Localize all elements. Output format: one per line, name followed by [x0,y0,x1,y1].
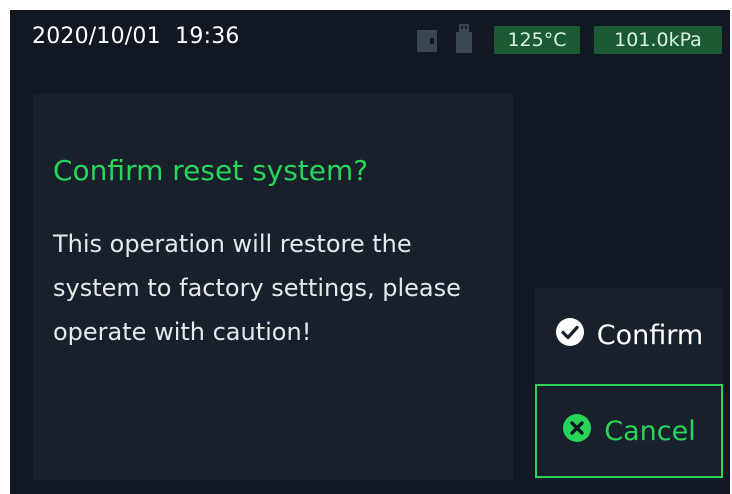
check-circle-icon [555,317,585,354]
confirm-button[interactable]: Confirm [535,288,723,382]
status-bar: 2020/10/01 19:36 125°C 101.0kPa [10,10,730,72]
cancel-button[interactable]: Cancel [535,384,723,478]
device-screen: 2020/10/01 19:36 125°C 101.0kPa Confirm … [10,10,730,494]
pressure-badge: 101.0kPa [594,26,722,54]
usb-icon [454,24,474,54]
reset-dialog: Confirm reset system? This operation wil… [33,94,513,480]
dialog-title: Confirm reset system? [53,154,369,187]
sd-card-icon [416,28,438,54]
cancel-label: Cancel [604,415,696,447]
temperature-badge: 125°C [494,26,580,54]
date-time: 2020/10/01 19:36 [32,24,240,49]
confirm-label: Confirm [596,319,704,351]
dialog-message: This operation will restore the system t… [53,230,461,346]
x-circle-icon [562,413,592,450]
